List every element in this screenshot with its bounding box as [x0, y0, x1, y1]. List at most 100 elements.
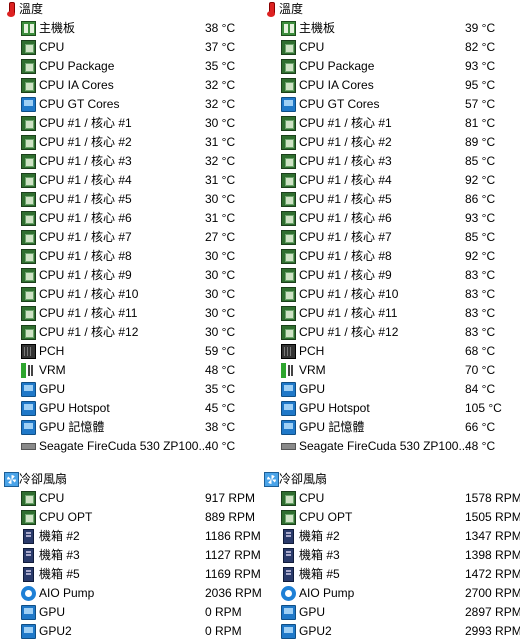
chip-icon [281, 116, 296, 131]
sensor-row[interactable]: CPU #1 / 核心 #11 30 °C [0, 304, 260, 323]
sensor-row[interactable]: GPU2 2993 RPM [260, 622, 520, 641]
section-header[interactable]: 冷卻風扇 [260, 470, 520, 489]
sensor-label: CPU #1 / 核心 #11 [39, 306, 138, 320]
sensor-row[interactable]: CPU #1 / 核心 #4 92 °C [260, 171, 520, 190]
sensor-value: 1398 RPM [465, 548, 520, 562]
monitor-icon [21, 97, 36, 112]
sensor-row[interactable]: CPU 1578 RPM [260, 489, 520, 508]
sensor-row[interactable]: CPU IA Cores 95 °C [260, 76, 520, 95]
sensor-row[interactable]: VRM 48 °C [0, 361, 260, 380]
sensor-row[interactable]: CPU #1 / 核心 #2 31 °C [0, 133, 260, 152]
sensor-row[interactable]: CPU #1 / 核心 #6 93 °C [260, 209, 520, 228]
sensor-row[interactable]: 機箱 #5 1169 RPM [0, 565, 261, 584]
sensor-row[interactable]: GPU 84 °C [260, 380, 520, 399]
sensor-row[interactable]: CPU GT Cores 32 °C [0, 95, 260, 114]
sensor-value: 85 °C [465, 230, 496, 244]
section-header[interactable]: 冷卻風扇 [0, 470, 260, 489]
sensor-row[interactable]: 主機板 38 °C [0, 19, 260, 38]
sensor-row[interactable]: 機箱 #5 1472 RPM [260, 565, 520, 584]
sensor-value: 48 °C [465, 439, 496, 453]
sensor-row[interactable]: PCH 59 °C [0, 342, 260, 361]
chip-icon [281, 173, 296, 188]
sensor-row[interactable]: CPU #1 / 核心 #3 32 °C [0, 152, 260, 171]
sensor-row[interactable]: GPU 0 RPM [0, 603, 260, 622]
monitor-icon [281, 605, 296, 620]
sensor-row[interactable]: 機箱 #3 1398 RPM [260, 546, 520, 565]
sensor-value: 95 °C [465, 78, 496, 92]
sensor-row[interactable]: 機箱 #2 1186 RPM [0, 527, 261, 546]
sensor-row[interactable]: CPU 82 °C [260, 38, 520, 57]
sensor-row[interactable]: GPU 2897 RPM [260, 603, 520, 622]
sensor-label: CPU #1 / 核心 #10 [299, 287, 399, 301]
sensor-label: 機箱 #3 [299, 548, 340, 562]
sensor-row[interactable]: CPU #1 / 核心 #7 85 °C [260, 228, 520, 247]
sensor-row[interactable]: Seagate FireCuda 530 ZP100... 40 °C [0, 437, 260, 456]
sensor-value: 32 °C [205, 154, 236, 168]
chip-icon [281, 306, 296, 321]
chip-icon [21, 230, 36, 245]
sensor-row[interactable]: GPU 記憶體 38 °C [0, 418, 260, 437]
sensor-row[interactable]: CPU #1 / 核心 #3 85 °C [260, 152, 520, 171]
sensor-row[interactable]: CPU #1 / 核心 #12 30 °C [0, 323, 260, 342]
sensor-row[interactable]: 主機板 39 °C [260, 19, 520, 38]
sensor-row[interactable]: CPU Package 35 °C [0, 57, 260, 76]
monitor-icon [21, 382, 36, 397]
sensor-row[interactable]: AIO Pump 2700 RPM [260, 584, 520, 603]
monitor-icon [281, 420, 296, 435]
sensor-row[interactable]: CPU #1 / 核心 #12 83 °C [260, 323, 520, 342]
sensor-row[interactable]: GPU Hotspot 105 °C [260, 399, 520, 418]
sensor-label: CPU GT Cores [39, 97, 120, 111]
sensor-row[interactable]: 機箱 #3 1127 RPM [0, 546, 261, 565]
chip-icon [281, 154, 296, 169]
sensor-row[interactable]: CPU Package 93 °C [260, 57, 520, 76]
section-header[interactable]: 溫度 [0, 0, 260, 19]
sensor-row[interactable]: CPU #1 / 核心 #5 30 °C [0, 190, 260, 209]
chip-icon [281, 268, 296, 283]
sensor-row[interactable]: CPU #1 / 核心 #7 27 °C [0, 228, 260, 247]
sensor-label: GPU [299, 382, 326, 396]
sensor-row[interactable]: CPU GT Cores 57 °C [260, 95, 520, 114]
sensor-row[interactable]: CPU #1 / 核心 #10 83 °C [260, 285, 520, 304]
sensor-row[interactable]: VRM 70 °C [260, 361, 520, 380]
sensor-row[interactable]: CPU #1 / 核心 #4 31 °C [0, 171, 260, 190]
sensor-row[interactable]: CPU #1 / 核心 #10 30 °C [0, 285, 260, 304]
sensor-row[interactable]: GPU Hotspot 45 °C [0, 399, 260, 418]
sensor-row[interactable]: CPU #1 / 核心 #9 83 °C [260, 266, 520, 285]
sensor-row[interactable]: CPU #1 / 核心 #5 86 °C [260, 190, 520, 209]
chip-icon [281, 192, 296, 207]
sensor-row[interactable]: CPU OPT 889 RPM [0, 508, 260, 527]
sensor-row[interactable]: CPU IA Cores 32 °C [0, 76, 260, 95]
sensor-row[interactable]: CPU #1 / 核心 #11 83 °C [260, 304, 520, 323]
sensor-row[interactable]: CPU 917 RPM [0, 489, 260, 508]
sensor-row[interactable]: AIO Pump 2036 RPM [0, 584, 262, 603]
sensor-row[interactable]: GPU2 0 RPM [0, 622, 260, 641]
sensor-row[interactable]: CPU 37 °C [0, 38, 260, 57]
sensor-row[interactable]: CPU #1 / 核心 #8 92 °C [260, 247, 520, 266]
sensor-label: CPU #1 / 核心 #2 [299, 135, 392, 149]
chip-icon [21, 325, 36, 340]
sensor-row[interactable]: CPU #1 / 核心 #1 81 °C [260, 114, 520, 133]
sensor-row[interactable]: CPU OPT 1505 RPM [260, 508, 520, 527]
section-header[interactable]: 溫度 [260, 0, 520, 19]
sensor-label: 機箱 #3 [39, 548, 80, 562]
sensor-value: 1578 RPM [465, 491, 520, 505]
sensor-row[interactable]: GPU 35 °C [0, 380, 260, 399]
sensor-row[interactable]: Seagate FireCuda 530 ZP100... 48 °C [260, 437, 520, 456]
sensor-label: CPU OPT [299, 510, 353, 524]
sensor-value: 93 °C [465, 211, 496, 225]
sensor-row[interactable]: CPU #1 / 核心 #2 89 °C [260, 133, 520, 152]
sensor-row[interactable]: GPU 記憶體 66 °C [260, 418, 520, 437]
sensor-row[interactable]: PCH 68 °C [260, 342, 520, 361]
sensor-row[interactable]: CPU #1 / 核心 #6 31 °C [0, 209, 260, 228]
motherboard-icon [281, 21, 296, 36]
sensor-row[interactable]: 機箱 #2 1347 RPM [260, 527, 520, 546]
sensor-row[interactable]: CPU #1 / 核心 #8 30 °C [0, 247, 260, 266]
sensor-value: 2700 RPM [465, 586, 520, 600]
sensor-label: 機箱 #5 [39, 567, 80, 581]
chip-icon [281, 78, 296, 93]
sensor-row[interactable]: CPU #1 / 核心 #9 30 °C [0, 266, 260, 285]
monitor-icon [21, 624, 36, 639]
sensor-label: CPU Package [299, 59, 375, 73]
sensor-row[interactable]: CPU #1 / 核心 #1 30 °C [0, 114, 260, 133]
chip-icon [21, 491, 36, 506]
